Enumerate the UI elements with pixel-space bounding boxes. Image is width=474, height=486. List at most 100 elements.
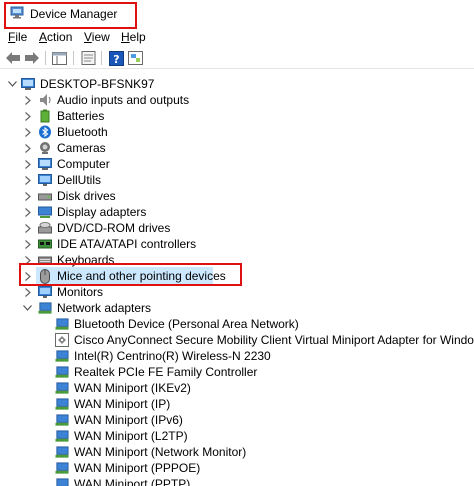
monitor-icon	[38, 285, 52, 299]
network-device-item[interactable]: WAN Miniport (PPPOE)	[0, 460, 474, 476]
network-device-item[interactable]: WAN Miniport (Network Monitor)	[0, 444, 474, 460]
device-label: Intel(R) Centrino(R) Wireless-N 2230	[74, 349, 271, 363]
toolbar: ?	[0, 47, 474, 69]
show-hidden-icon[interactable]	[127, 50, 143, 66]
network-device-item[interactable]: Realtek PCIe FE Family Controller	[0, 364, 474, 380]
category-label: Display adapters	[57, 205, 147, 219]
device-label: Cisco AnyConnect Secure Mobility Client …	[74, 333, 474, 347]
category-computer[interactable]: Computer	[0, 156, 474, 172]
chevron-right-icon[interactable]	[23, 239, 33, 249]
display-adapter-icon	[38, 205, 52, 219]
menu-view[interactable]: View	[84, 30, 110, 44]
category-label: Network adapters	[57, 301, 152, 315]
device-label: WAN Miniport (IPv6)	[74, 413, 183, 427]
network-card-icon	[55, 445, 69, 459]
network-card-icon	[55, 429, 69, 443]
monitor-icon	[38, 173, 52, 187]
toolbar-separator	[101, 51, 102, 65]
category-batteries[interactable]: Batteries	[0, 108, 474, 124]
toolbar-separator	[73, 51, 74, 65]
menu-action[interactable]: Action	[39, 30, 72, 44]
network-card-icon	[55, 477, 69, 486]
chevron-right-icon[interactable]	[23, 143, 33, 153]
forward-arrow-icon[interactable]	[24, 50, 40, 66]
disk-drive-icon	[38, 189, 52, 203]
category-label: Audio inputs and outputs	[57, 93, 190, 107]
network-adapter-icon	[38, 301, 52, 315]
menu-bar: File Action View Help	[0, 29, 474, 45]
chevron-right-icon[interactable]	[23, 191, 33, 201]
network-card-icon	[55, 461, 69, 475]
network-card-icon	[55, 413, 69, 427]
category-disk-drives[interactable]: Disk drives	[0, 188, 474, 204]
battery-icon	[38, 109, 52, 123]
category-cameras[interactable]: Cameras	[0, 140, 474, 156]
device-label: WAN Miniport (PPPOE)	[74, 461, 201, 475]
category-label: Cameras	[57, 141, 106, 155]
tree-root[interactable]: DESKTOP-BFSNK97	[0, 76, 474, 92]
chevron-right-icon[interactable]	[23, 207, 33, 217]
chevron-right-icon[interactable]	[23, 95, 33, 105]
network-card-icon	[55, 317, 69, 331]
network-card-icon	[55, 397, 69, 411]
toolbar-separator	[45, 51, 46, 65]
category-monitors[interactable]: Monitors	[0, 284, 474, 300]
network-device-item[interactable]: WAN Miniport (IKEv2)	[0, 380, 474, 396]
chevron-down-icon[interactable]	[22, 303, 32, 313]
category-label: Disk drives	[57, 189, 116, 203]
network-card-icon	[55, 381, 69, 395]
network-device-item[interactable]: Intel(R) Centrino(R) Wireless-N 2230	[0, 348, 474, 364]
category-ide-controllers[interactable]: IDE ATA/ATAPI controllers	[0, 236, 474, 252]
computer-icon	[38, 157, 52, 171]
category-label: Bluetooth	[57, 125, 108, 139]
chevron-down-icon[interactable]	[7, 79, 17, 89]
category-display-adapters[interactable]: Display adapters	[0, 204, 474, 220]
category-audio[interactable]: Audio inputs and outputs	[0, 92, 474, 108]
network-device-item[interactable]: WAN Miniport (IPv6)	[0, 412, 474, 428]
category-label: DellUtils	[57, 173, 102, 187]
category-label: Computer	[57, 157, 110, 171]
category-dellutils[interactable]: DellUtils	[0, 172, 474, 188]
network-device-item[interactable]: WAN Miniport (IP)	[0, 396, 474, 412]
bluetooth-icon	[38, 125, 52, 139]
chevron-right-icon[interactable]	[23, 223, 33, 233]
device-label: WAN Miniport (PPTP)	[74, 477, 191, 486]
chevron-right-icon[interactable]	[23, 175, 33, 185]
ide-controller-icon	[38, 237, 52, 251]
category-network-adapters[interactable]: Network adapters	[0, 300, 474, 316]
computer-root-icon	[21, 77, 35, 91]
network-card-icon	[55, 349, 69, 363]
speaker-icon	[38, 93, 52, 107]
network-card-icon	[55, 365, 69, 379]
mice-highlight-box	[19, 263, 242, 286]
category-label: Monitors	[57, 285, 104, 299]
camera-icon	[38, 141, 52, 155]
menu-file[interactable]: File	[8, 30, 27, 44]
svg-text:?: ?	[113, 53, 119, 66]
menu-help[interactable]: Help	[121, 30, 146, 44]
device-label: WAN Miniport (L2TP)	[74, 429, 188, 443]
back-arrow-icon[interactable]	[5, 50, 21, 66]
help-icon[interactable]: ?	[108, 50, 124, 66]
network-device-item[interactable]: Cisco AnyConnect Secure Mobility Client …	[0, 332, 474, 348]
category-dvd-drives[interactable]: DVD/CD-ROM drives	[0, 220, 474, 236]
chevron-right-icon[interactable]	[23, 159, 33, 169]
chevron-right-icon[interactable]	[23, 127, 33, 137]
device-label: Bluetooth Device (Personal Area Network)	[74, 317, 299, 331]
properties-panel-icon[interactable]	[51, 50, 67, 66]
update-driver-icon[interactable]	[80, 50, 96, 66]
dvd-drive-icon	[38, 221, 52, 235]
title-bar: Device Manager	[0, 0, 474, 29]
network-device-item[interactable]: WAN Miniport (PPTP)	[0, 476, 474, 486]
tree-root-label: DESKTOP-BFSNK97	[40, 77, 155, 91]
category-bluetooth[interactable]: Bluetooth	[0, 124, 474, 140]
device-label: Realtek PCIe FE Family Controller	[74, 365, 258, 379]
network-device-item[interactable]: Bluetooth Device (Personal Area Network)	[0, 316, 474, 332]
device-label: WAN Miniport (IP)	[74, 397, 171, 411]
title-highlight-box	[4, 2, 137, 29]
network-device-item[interactable]: WAN Miniport (L2TP)	[0, 428, 474, 444]
virtual-adapter-icon	[55, 333, 69, 347]
chevron-right-icon[interactable]	[23, 287, 33, 297]
device-label: WAN Miniport (Network Monitor)	[74, 445, 247, 459]
chevron-right-icon[interactable]	[23, 111, 33, 121]
